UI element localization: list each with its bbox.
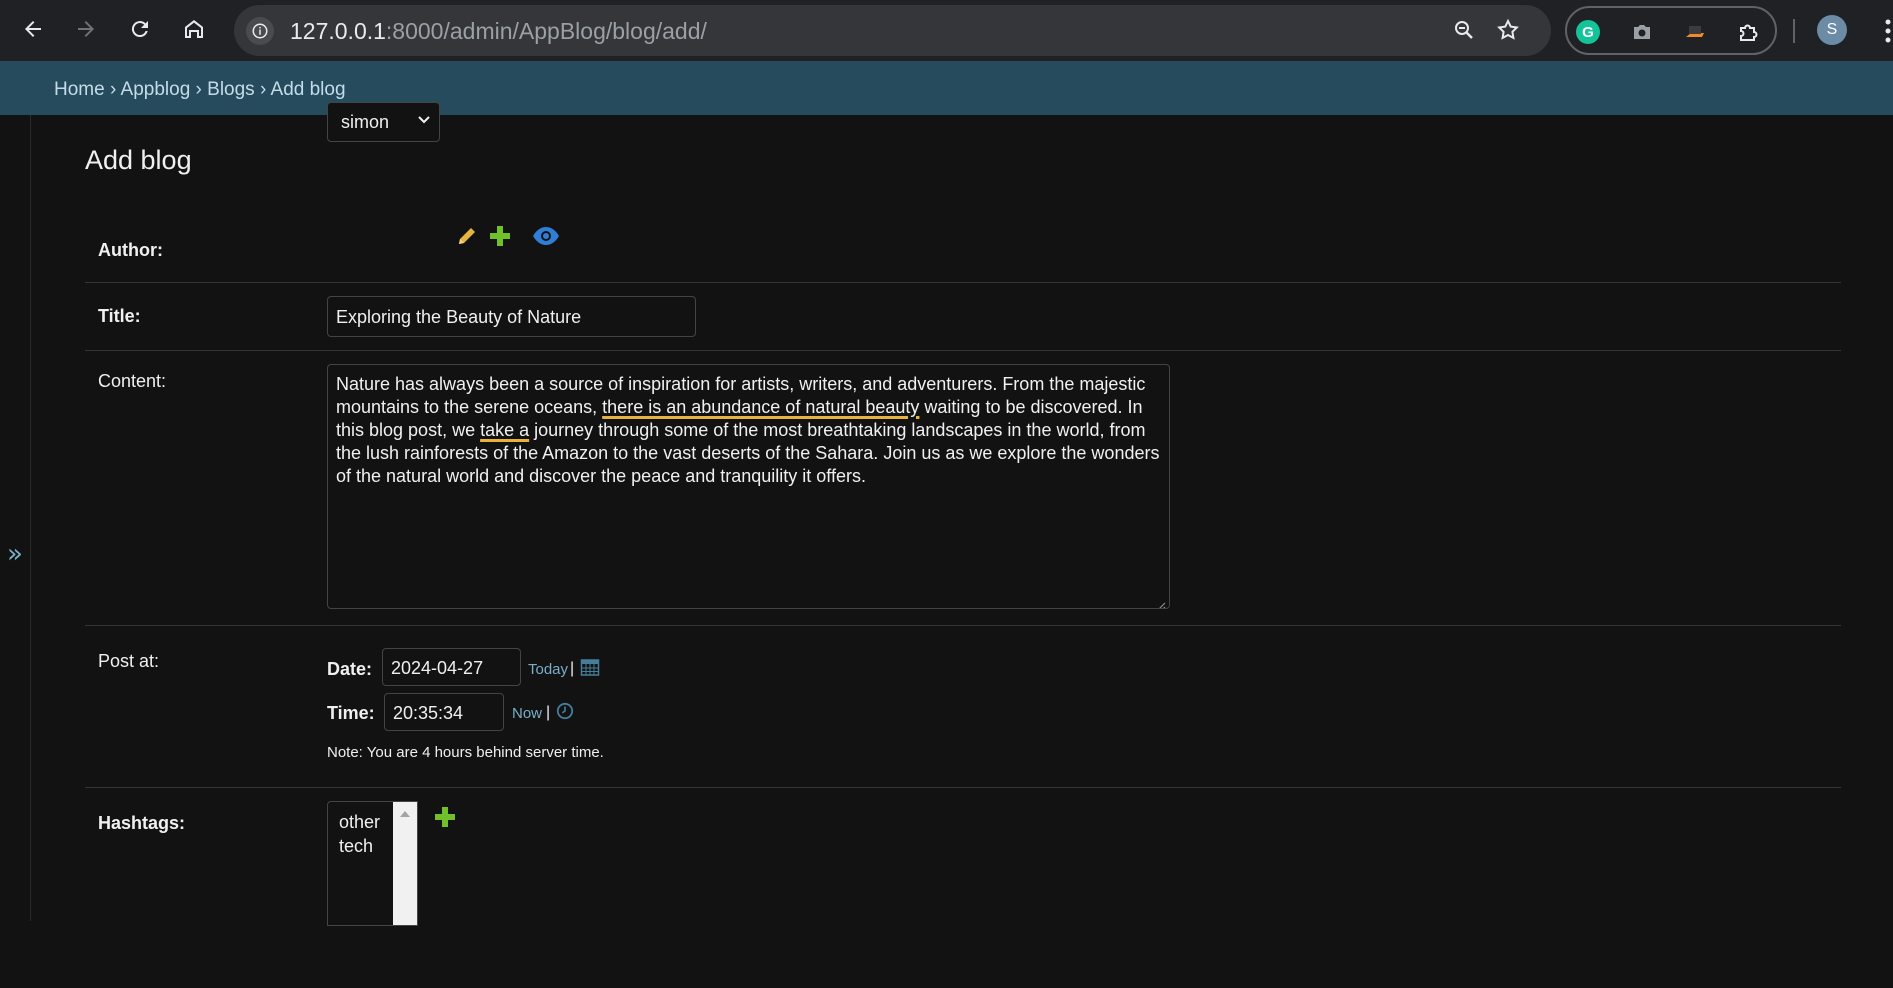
browser-toolbar: 127.0.0.1:8000/admin/AppBlog/blog/add/ G…: [0, 0, 1893, 61]
form-row-post-at: Post at: Date: 2024-04-27 Today | Time: …: [85, 626, 1841, 788]
today-link[interactable]: Today: [528, 661, 568, 678]
extension-icon[interactable]: [1682, 19, 1708, 45]
author-label: Author:: [98, 240, 163, 260]
form-row-author: Author: simon: [85, 102, 1841, 283]
breadcrumb-separator: ›: [195, 79, 202, 100]
scroll-up-icon[interactable]: [400, 811, 410, 817]
post-at-label: Post at:: [98, 651, 160, 671]
breadcrumb-home[interactable]: Home: [54, 79, 105, 100]
date-label: Date:: [327, 659, 373, 679]
chevron-down-icon: [416, 111, 432, 132]
breadcrumb-current: Add blog: [270, 79, 346, 100]
now-link[interactable]: Now: [512, 705, 542, 722]
svg-text:G: G: [1582, 24, 1594, 41]
grammarly-extension-icon[interactable]: G: [1575, 19, 1601, 45]
plus-icon[interactable]: [486, 222, 514, 250]
site-info-icon[interactable]: [246, 17, 274, 45]
toolbar-separator: [1793, 19, 1795, 43]
resize-grip-icon[interactable]: [1156, 595, 1166, 608]
time-input[interactable]: 20:35:34: [384, 693, 504, 731]
breadcrumb-separator: ›: [109, 79, 117, 100]
form-row-content: Content: Nature has always been a source…: [85, 351, 1841, 626]
zoom-icon[interactable]: [1452, 18, 1476, 47]
timezone-warning: Note: You are 4 hours behind server time…: [327, 744, 604, 761]
forward-arrow-icon[interactable]: [68, 11, 104, 47]
author-select[interactable]: simon: [327, 102, 440, 142]
pencil-icon[interactable]: [453, 222, 481, 250]
eye-icon[interactable]: [532, 222, 560, 250]
profile-avatar[interactable]: S: [1817, 15, 1847, 45]
page-title: Add blog: [85, 145, 192, 175]
breadcrumb-separator: ›: [259, 79, 267, 100]
title-input[interactable]: Exploring the Beauty of Nature: [327, 296, 696, 337]
address-bar[interactable]: 127.0.0.1:8000/admin/AppBlog/blog/add/: [234, 5, 1551, 56]
author-select-value: simon: [341, 112, 390, 132]
hashtags-multiselect[interactable]: other tech: [327, 801, 418, 926]
hashtags-label: Hashtags:: [98, 813, 186, 833]
breadcrumb: Home › Appblog › Blogs › Add blog: [0, 61, 1893, 115]
breadcrumb-app[interactable]: Appblog: [121, 79, 191, 100]
plus-icon[interactable]: [431, 803, 459, 831]
form-row-hashtags: Hashtags: other tech: [85, 788, 1841, 988]
back-arrow-icon[interactable]: [15, 11, 51, 47]
content-label: Content:: [98, 371, 167, 391]
hashtag-option[interactable]: tech: [339, 836, 373, 857]
shortcut-separator: |: [570, 660, 575, 677]
bookmark-star-icon[interactable]: [1496, 18, 1520, 47]
reload-icon[interactable]: [122, 11, 158, 47]
menu-dots-icon[interactable]: [1880, 18, 1893, 44]
breadcrumb-model[interactable]: Blogs: [207, 79, 255, 100]
url-text[interactable]: 127.0.0.1:8000/admin/AppBlog/blog/add/: [290, 18, 707, 45]
puzzle-icon[interactable]: [1735, 19, 1761, 45]
title-label: Title:: [98, 306, 141, 326]
grammar-suggestion-highlight[interactable]: there is an abundance of natural beauty: [602, 397, 919, 417]
calendar-icon[interactable]: [578, 655, 602, 679]
expand-sidebar-icon[interactable]: »: [7, 539, 23, 569]
form-row-title: Title: Exploring the Beauty of Nature: [85, 283, 1841, 351]
clock-icon[interactable]: [554, 700, 576, 722]
camera-icon[interactable]: [1629, 19, 1655, 45]
nav-sidebar-toggle[interactable]: »: [0, 115, 31, 921]
hashtag-option[interactable]: other: [339, 812, 380, 833]
home-icon[interactable]: [176, 11, 212, 47]
shortcut-separator: |: [546, 704, 551, 721]
date-input[interactable]: 2024-04-27: [382, 648, 521, 686]
scrollbar[interactable]: [393, 802, 417, 925]
extensions-group: G: [1565, 6, 1777, 55]
content-textarea[interactable]: Nature has always been a source of inspi…: [327, 364, 1170, 609]
grammar-suggestion-highlight[interactable]: take a: [480, 420, 529, 440]
time-label: Time:: [327, 703, 375, 723]
